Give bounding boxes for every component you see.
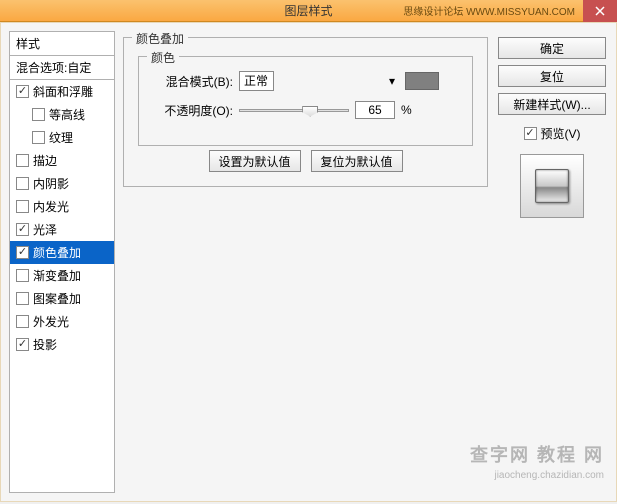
branding-text: 思缘设计论坛 WWW.MISSYUAN.COM [403, 3, 575, 18]
styles-list: 样式 混合选项:自定 斜面和浮雕等高线纹理描边内阴影内发光光泽颜色叠加渐变叠加图… [9, 31, 115, 493]
opacity-label: 不透明度(O): [153, 102, 233, 119]
style-item[interactable]: 渐变叠加 [10, 264, 114, 287]
style-item[interactable]: 等高线 [10, 103, 114, 126]
chevron-down-icon: ▾ [389, 74, 395, 88]
style-item[interactable]: 光泽 [10, 218, 114, 241]
style-item-label: 等高线 [49, 106, 85, 123]
style-checkbox[interactable] [32, 108, 45, 121]
style-checkbox[interactable] [16, 85, 29, 98]
watermark-url: jiaocheng.chazidian.com [494, 470, 604, 481]
watermark-main: 查字网 教程 网 [470, 441, 604, 467]
opacity-slider[interactable] [239, 109, 349, 112]
style-item[interactable]: 描边 [10, 149, 114, 172]
style-item-label: 投影 [33, 336, 57, 353]
preview-checkbox[interactable] [524, 127, 537, 140]
style-item-label: 图案叠加 [33, 290, 81, 307]
preview-thumbnail [520, 154, 584, 218]
style-item-label: 渐变叠加 [33, 267, 81, 284]
window-title: 图层样式 [284, 2, 332, 19]
slider-thumb[interactable] [302, 106, 318, 117]
settings-panel: 颜色叠加 颜色 混合模式(B): 正常 ▾ 不透明度(O): [123, 31, 488, 493]
style-checkbox[interactable] [16, 177, 29, 190]
opacity-unit: % [401, 103, 412, 117]
style-item-label: 斜面和浮雕 [33, 83, 93, 100]
reset-default-button[interactable]: 复位为默认值 [311, 150, 403, 172]
style-checkbox[interactable] [16, 154, 29, 167]
sub-group-title: 颜色 [147, 49, 179, 66]
blend-mode-select[interactable]: 正常 [239, 71, 274, 91]
style-checkbox[interactable] [16, 315, 29, 328]
style-item[interactable]: 内阴影 [10, 172, 114, 195]
group-title: 颜色叠加 [132, 30, 188, 47]
preview-label: 预览(V) [541, 125, 581, 142]
new-style-button[interactable]: 新建样式(W)... [498, 93, 606, 115]
style-item[interactable]: 纹理 [10, 126, 114, 149]
style-item-label: 内阴影 [33, 175, 69, 192]
right-panel: 确定 复位 新建样式(W)... 预览(V) [496, 31, 608, 493]
style-item-label: 内发光 [33, 198, 69, 215]
style-item[interactable]: 斜面和浮雕 [10, 80, 114, 103]
style-checkbox[interactable] [32, 131, 45, 144]
preview-inner [535, 169, 569, 203]
style-item[interactable]: 投影 [10, 333, 114, 356]
style-item[interactable]: 内发光 [10, 195, 114, 218]
style-checkbox[interactable] [16, 292, 29, 305]
style-item[interactable]: 图案叠加 [10, 287, 114, 310]
style-checkbox[interactable] [16, 223, 29, 236]
style-checkbox[interactable] [16, 200, 29, 213]
styles-header[interactable]: 样式 [10, 32, 114, 56]
cancel-button[interactable]: 复位 [498, 65, 606, 87]
close-button[interactable] [583, 0, 617, 22]
style-item-label: 纹理 [49, 129, 73, 146]
style-item[interactable]: 外发光 [10, 310, 114, 333]
blend-options-item[interactable]: 混合选项:自定 [10, 56, 114, 80]
style-checkbox[interactable] [16, 338, 29, 351]
style-checkbox[interactable] [16, 269, 29, 282]
close-icon [595, 6, 605, 16]
style-checkbox[interactable] [16, 246, 29, 259]
style-item-label: 描边 [33, 152, 57, 169]
style-item[interactable]: 颜色叠加 [10, 241, 114, 264]
opacity-input[interactable] [355, 101, 395, 119]
blend-mode-label: 混合模式(B): [153, 73, 233, 90]
style-item-label: 颜色叠加 [33, 244, 81, 261]
style-item-label: 光泽 [33, 221, 57, 238]
style-item-label: 外发光 [33, 313, 69, 330]
set-default-button[interactable]: 设置为默认值 [209, 150, 301, 172]
ok-button[interactable]: 确定 [498, 37, 606, 59]
color-swatch[interactable] [405, 72, 439, 90]
